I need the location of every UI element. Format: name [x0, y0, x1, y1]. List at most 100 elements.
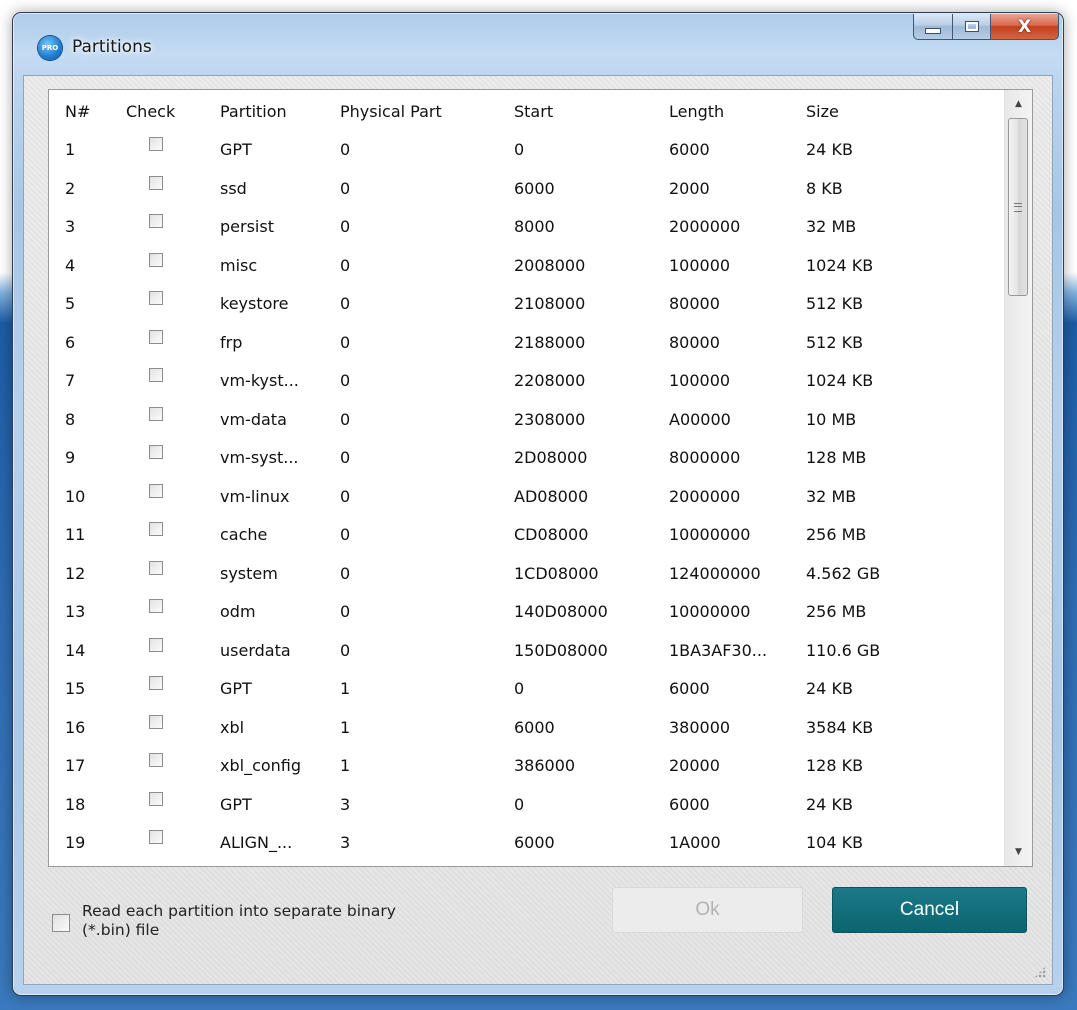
- row-partition: ALIGN_...: [220, 833, 293, 852]
- row-physical-part: 0: [340, 217, 351, 236]
- row-start: 2308000: [514, 409, 586, 429]
- table-row[interactable]: 7 vm-kyst... 0 2208000 100000 1024 KB: [49, 361, 1004, 400]
- row-checkbox[interactable]: [149, 214, 163, 228]
- row-checkbox[interactable]: [149, 252, 163, 267]
- row-number: 6: [65, 332, 76, 352]
- table-row[interactable]: 13 odm 0 140D08000 10000000 256 MB: [49, 592, 1004, 631]
- row-physical-part: 1: [340, 679, 351, 698]
- row-partition: userdata: [220, 640, 291, 660]
- header-length[interactable]: Length: [669, 102, 724, 121]
- row-start: 1CD08000: [514, 563, 599, 583]
- row-size: 256 MB: [806, 602, 867, 621]
- maximize-button[interactable]: [953, 14, 991, 40]
- scroll-up-icon[interactable]: ▲: [1005, 92, 1032, 116]
- row-physical-part: 3: [340, 833, 351, 852]
- row-size: 3584 KB: [806, 717, 874, 737]
- row-checkbox[interactable]: [149, 368, 163, 382]
- row-checkbox[interactable]: [149, 406, 163, 421]
- table-row[interactable]: 6 frp 0 2188000 80000 512 KB: [49, 323, 1004, 362]
- row-checkbox[interactable]: [149, 830, 163, 844]
- vertical-scrollbar[interactable]: ▲ ▼: [1004, 90, 1032, 866]
- partitions-dialog: PRO Partitions X N# Check Partition Phys…: [12, 12, 1064, 996]
- row-length: 2000000: [669, 217, 741, 236]
- table-row[interactable]: 3 persist 0 8000 2000000 32 MB: [49, 207, 1004, 246]
- table-row[interactable]: 14 userdata 0 150D08000 1BA3AF30... 110.…: [49, 631, 1004, 670]
- row-checkbox[interactable]: [149, 560, 163, 575]
- row-checkbox[interactable]: [149, 522, 163, 536]
- row-length: 100000: [669, 255, 731, 275]
- header-partition[interactable]: Partition: [220, 102, 287, 121]
- cancel-button[interactable]: Cancel: [832, 887, 1027, 933]
- resize-grip-icon[interactable]: [1034, 966, 1046, 978]
- row-length: 2000: [669, 178, 710, 198]
- row-checkbox[interactable]: [149, 291, 163, 305]
- row-checkbox[interactable]: [149, 175, 163, 190]
- title-bar[interactable]: PRO Partitions X: [13, 13, 1063, 75]
- minimize-icon: [925, 27, 941, 34]
- row-length: A00000: [669, 409, 731, 429]
- table-row[interactable]: 4 misc 0 2008000 100000 1024 KB: [49, 246, 1004, 285]
- separate-bin-label[interactable]: Read each partition into separate binary…: [82, 902, 412, 940]
- row-number: 11: [65, 525, 86, 544]
- row-start: 6000: [514, 833, 555, 852]
- row-start: 6000: [514, 178, 555, 198]
- table-row[interactable]: 15 GPT 1 0 6000 24 KB: [49, 669, 1004, 708]
- minimize-button[interactable]: [913, 14, 953, 40]
- table-row[interactable]: 18 GPT 3 0 6000 24 KB: [49, 785, 1004, 824]
- row-number: 14: [65, 640, 86, 660]
- row-physical-part: 0: [340, 563, 351, 583]
- row-checkbox[interactable]: [149, 445, 163, 459]
- row-partition: frp: [220, 332, 243, 352]
- header-check[interactable]: Check: [126, 102, 175, 121]
- row-checkbox[interactable]: [149, 791, 163, 806]
- row-partition: vm-linux: [220, 486, 290, 506]
- row-checkbox[interactable]: [149, 714, 163, 729]
- table-row[interactable]: 16 xbl 1 6000 380000 3584 KB: [49, 708, 1004, 747]
- row-number: 7: [65, 371, 76, 390]
- table-row[interactable]: 11 cache 0 CD08000 10000000 256 MB: [49, 515, 1004, 554]
- row-checkbox[interactable]: [149, 137, 163, 151]
- row-start: 2008000: [514, 255, 586, 275]
- row-checkbox[interactable]: [149, 637, 163, 652]
- scroll-down-icon[interactable]: ▼: [1005, 840, 1032, 864]
- row-length: 380000: [669, 717, 731, 737]
- table-row[interactable]: 12 system 0 1CD08000 124000000 4.562 GB: [49, 554, 1004, 593]
- row-start: AD08000: [514, 486, 589, 506]
- row-physical-part: 0: [340, 448, 351, 467]
- row-physical-part: 3: [340, 794, 351, 814]
- row-physical-part: 0: [340, 332, 351, 352]
- row-checkbox[interactable]: [149, 329, 163, 344]
- row-checkbox[interactable]: [149, 599, 163, 613]
- table-row[interactable]: 19 ALIGN_... 3 6000 1A000 104 KB: [49, 823, 1004, 862]
- row-physical-part: 1: [340, 717, 351, 737]
- table-row[interactable]: 5 keystore 0 2108000 80000 512 KB: [49, 284, 1004, 323]
- row-size: 24 KB: [806, 140, 853, 159]
- close-button[interactable]: X: [991, 14, 1059, 40]
- table-row[interactable]: 9 vm-syst... 0 2D08000 8000000 128 MB: [49, 438, 1004, 477]
- row-size: 24 KB: [806, 794, 853, 814]
- scrollbar-thumb[interactable]: [1008, 118, 1028, 296]
- row-physical-part: 0: [340, 409, 351, 429]
- row-partition: odm: [220, 602, 256, 621]
- header-n[interactable]: N#: [65, 102, 90, 121]
- table-row[interactable]: 10 vm-linux 0 AD08000 2000000 32 MB: [49, 477, 1004, 516]
- ok-button[interactable]: Ok: [612, 887, 803, 933]
- row-number: 1: [65, 140, 76, 159]
- table-row[interactable]: 8 vm-data 0 2308000 A00000 10 MB: [49, 400, 1004, 439]
- row-physical-part: 0: [340, 602, 351, 621]
- separate-bin-checkbox[interactable]: [52, 914, 70, 932]
- header-physical-part[interactable]: Physical Part: [340, 102, 442, 121]
- table-row[interactable]: 1 GPT 0 0 6000 24 KB: [49, 130, 1004, 169]
- header-size[interactable]: Size: [806, 102, 839, 121]
- table-row[interactable]: 17 xbl_config 1 386000 20000 128 KB: [49, 746, 1004, 785]
- row-length: 20000: [669, 756, 720, 775]
- table-row[interactable]: 2 ssd 0 6000 2000 8 KB: [49, 169, 1004, 208]
- header-start[interactable]: Start: [514, 102, 553, 121]
- row-checkbox[interactable]: [149, 676, 163, 690]
- row-size: 104 KB: [806, 833, 864, 852]
- row-number: 18: [65, 794, 86, 814]
- partitions-table: N# Check Partition Physical Part Start L…: [48, 89, 1033, 867]
- row-checkbox[interactable]: [149, 753, 163, 767]
- row-physical-part: 0: [340, 640, 351, 660]
- row-checkbox[interactable]: [149, 483, 163, 498]
